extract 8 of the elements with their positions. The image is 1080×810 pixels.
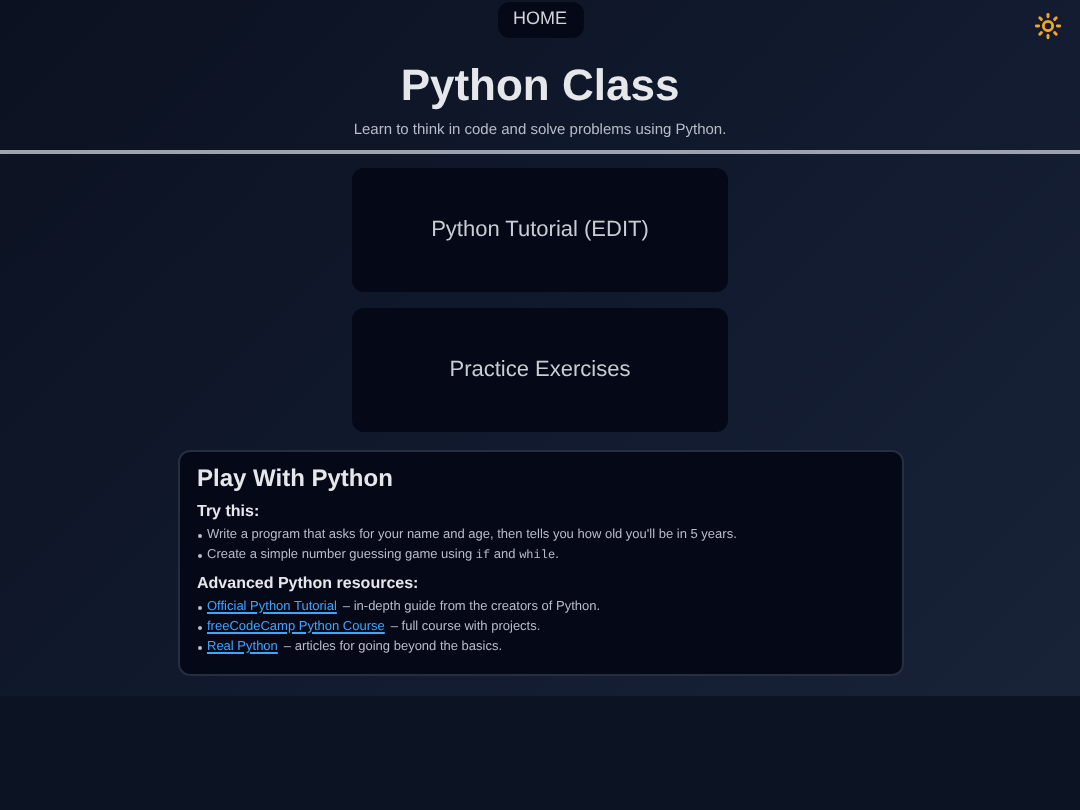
panel-title: Play With Python — [197, 461, 395, 496]
section-heading: Advanced Python resources: — [197, 571, 421, 596]
page-title: Python Class — [400, 59, 680, 111]
link-card[interactable]: Python Tutorial (EDIT) — [352, 167, 728, 292]
theme-toggle-icon[interactable] — [1034, 12, 1062, 40]
link-card[interactable]: Practice Exercises — [352, 307, 728, 432]
home-button[interactable]: HOME — [497, 2, 583, 37]
section-heading: Try this: — [197, 499, 262, 524]
